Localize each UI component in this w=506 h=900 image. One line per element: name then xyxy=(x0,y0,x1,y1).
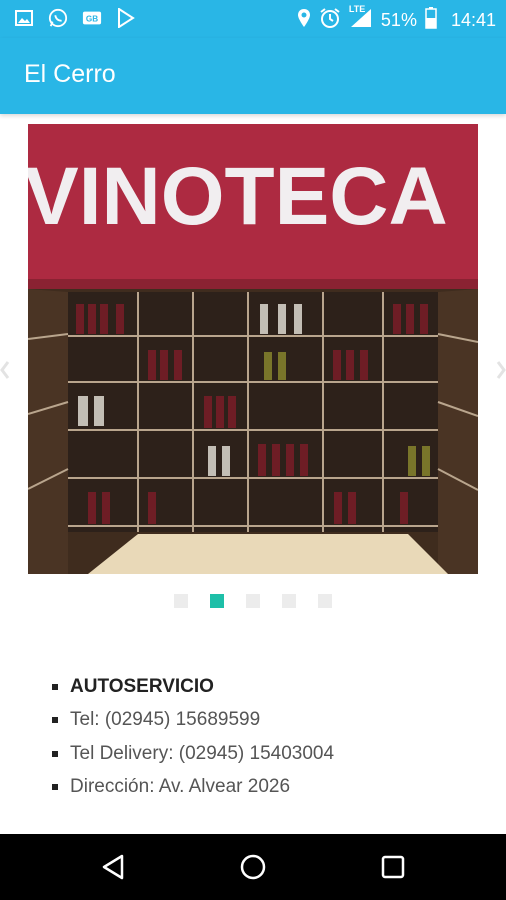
service-type-text: AUTOSERVICIO xyxy=(70,675,214,697)
bullet-icon xyxy=(52,683,58,690)
vinoteca-sign: VINOTECA xyxy=(28,151,448,242)
gb-icon: GB xyxy=(82,8,102,28)
home-circle-icon xyxy=(240,854,266,880)
address-text: Dirección: Av. Alvear 2026 xyxy=(70,776,291,798)
navigation-bar xyxy=(0,834,506,900)
carousel-dot[interactable] xyxy=(246,594,260,608)
page-title: El Cerro xyxy=(24,60,116,88)
bullet-icon xyxy=(52,784,58,791)
image-carousel[interactable]: VINOTECA xyxy=(0,122,506,582)
list-item: AUTOSERVICIO xyxy=(52,670,334,704)
carousel-dot[interactable] xyxy=(174,594,188,608)
carousel-dot[interactable] xyxy=(318,594,332,608)
store-info-list: AUTOSERVICIO Tel: (02945) 15689599 Tel D… xyxy=(52,670,334,804)
carousel-dot-active[interactable] xyxy=(210,594,224,608)
carousel-dot[interactable] xyxy=(282,594,296,608)
back-triangle-icon xyxy=(102,854,124,880)
carousel-slide-image[interactable]: VINOTECA xyxy=(28,124,478,574)
home-button[interactable] xyxy=(238,852,268,882)
back-button[interactable] xyxy=(98,852,128,882)
bullet-icon xyxy=(52,750,58,757)
signal-icon: LTE xyxy=(349,4,373,33)
recents-button[interactable] xyxy=(378,852,408,882)
network-label: LTE xyxy=(348,4,366,14)
list-item: Dirección: Av. Alvear 2026 xyxy=(52,771,334,805)
app-bar: El Cerro xyxy=(0,38,506,114)
recents-square-icon xyxy=(381,855,405,879)
battery-percent: 51% xyxy=(380,10,417,30)
notification-icons: GB xyxy=(14,8,136,28)
alarm-icon xyxy=(319,7,341,34)
bullet-icon xyxy=(52,717,58,724)
battery-icon xyxy=(425,7,437,34)
carousel-indicators xyxy=(0,594,506,608)
carousel-next-arrow[interactable] xyxy=(496,350,506,390)
delivery-phone-text: Tel Delivery: (02945) 15403004 xyxy=(70,742,335,764)
carousel-prev-arrow[interactable] xyxy=(0,350,10,390)
list-item: Tel Delivery: (02945) 15403004 xyxy=(52,737,334,771)
clock: 14:41 xyxy=(450,10,496,30)
status-indicators: LTE 51% 14:41 xyxy=(297,4,496,34)
list-item: Tel: (02945) 15689599 xyxy=(52,704,334,738)
location-icon xyxy=(297,8,311,33)
wine-store-photo: VINOTECA xyxy=(28,124,478,574)
phone-text: Tel: (02945) 15689599 xyxy=(70,709,261,731)
play-store-icon xyxy=(116,8,136,28)
svg-text:GB: GB xyxy=(86,15,98,24)
status-bar: GB LTE 51% 14:41 xyxy=(0,0,506,38)
image-icon xyxy=(14,8,34,28)
whatsapp-icon xyxy=(48,8,68,28)
